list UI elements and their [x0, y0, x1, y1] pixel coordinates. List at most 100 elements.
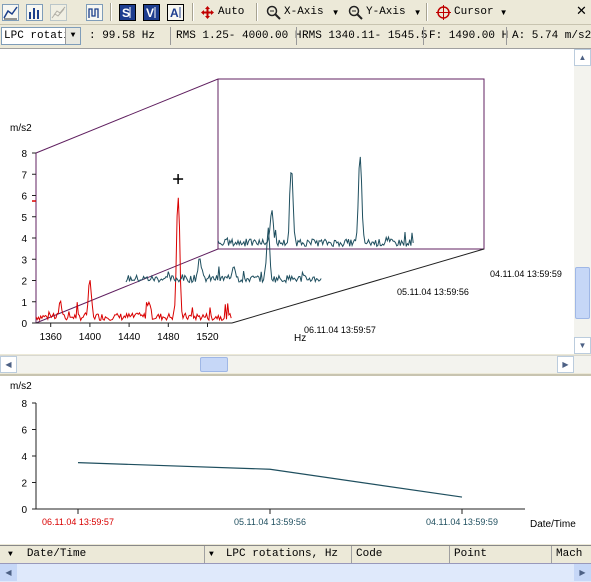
x-tick-label: 1480: [157, 332, 180, 343]
scroll-down-icon[interactable]: ▼: [574, 337, 591, 354]
filter-button[interactable]: [86, 3, 103, 21]
dropdown-arrow-icon: ▼: [65, 28, 80, 44]
auto-button[interactable]: Auto: [200, 3, 244, 21]
x-axis-button[interactable]: X-Axis ▼: [266, 3, 340, 21]
sort-arrow-icon: ▼: [8, 550, 13, 559]
y-tick-label: 6: [21, 192, 27, 203]
scale-a-button[interactable]: A: [167, 3, 184, 21]
svg-text:S: S: [122, 6, 130, 20]
column-date-time-label: Date/Time: [26, 548, 87, 560]
trend-chart[interactable]: m/s2 0 2 4 6 8 06.11.04 13:59:57 05.11.04 13:59…: [0, 376, 591, 544]
data-grid-header: ▼ Date/Time ▼ LPC rotations, Hz Code Point…: [0, 545, 591, 563]
y-tick-label: 3: [21, 255, 27, 266]
channel-select[interactable]: LPC rotati ▼: [1, 27, 81, 45]
spectrum-trace-0: [35, 197, 232, 322]
y-tick-label: 8: [21, 399, 27, 410]
frequency-readout: : 99.58 Hz: [89, 30, 156, 42]
vertical-scrollbar[interactable]: ▲ ▼: [574, 49, 591, 354]
spectrum-trace-2: [217, 156, 414, 248]
cursor-button[interactable]: Cursor ▼: [436, 3, 508, 21]
vertical-scroll-thumb[interactable]: [575, 267, 590, 319]
column-lpc-rotations-label: LPC rotations, Hz: [225, 548, 339, 560]
move-arrows-icon: [201, 5, 214, 19]
column-code[interactable]: Code: [352, 546, 450, 563]
y-tick-label: 2: [21, 479, 27, 490]
waterfall-icon: [51, 6, 66, 18]
waterfall-depth-axis: [35, 248, 219, 324]
column-point-label: Point: [454, 548, 488, 560]
s-scale-icon: S: [122, 6, 131, 20]
auto-label: Auto: [218, 6, 245, 18]
frequency-cursor: F: 1490.00 H: [423, 27, 511, 45]
x-tick-label: 04.11.04 13:59:59: [426, 517, 498, 527]
column-date-time[interactable]: ▼ Date/Time: [0, 546, 205, 563]
x-tick-label: 1520: [196, 332, 219, 343]
y-tick-label: 7: [21, 170, 27, 181]
scale-s-button[interactable]: S: [119, 3, 136, 21]
line-chart-button[interactable]: [2, 3, 19, 21]
trend-line: [77, 462, 463, 498]
channel-value: LPC rotati: [4, 30, 71, 42]
scroll-right-icon[interactable]: ▶: [557, 356, 574, 373]
v-scale-icon: V: [146, 6, 156, 20]
waterfall-box-frame: [35, 78, 485, 250]
scroll-left-icon[interactable]: ◀: [0, 356, 17, 373]
y-tick-label: 6: [21, 426, 27, 437]
bottom-scrollbar[interactable]: ◀ ▶: [0, 563, 591, 582]
y-tick-label: 1: [21, 298, 27, 309]
y-axis-title: m/s2: [10, 123, 32, 134]
a-scale-icon: A: [170, 6, 181, 20]
series-date-label: 06.11.04 13:59:57: [304, 325, 376, 335]
bar-chart-button[interactable]: [26, 3, 43, 21]
upper-horizontal-scrollbar[interactable]: ◀ ▶: [0, 355, 591, 373]
column-point[interactable]: Point: [450, 546, 552, 563]
series-date-label: 05.11.04 13:59:56: [397, 287, 469, 297]
horizontal-scroll-thumb[interactable]: [200, 357, 228, 372]
waterfall-button[interactable]: [50, 3, 67, 21]
chevron-down-icon: ▼: [331, 7, 340, 17]
y-axis-button[interactable]: Y-Axis ▼: [348, 3, 422, 21]
column-mach[interactable]: Mach: [552, 546, 591, 563]
x-tick-label: 06.11.04 13:59:57: [42, 517, 114, 527]
column-lpc-rotations[interactable]: ▼ LPC rotations, Hz: [205, 546, 352, 563]
x-tick-label: 05.11.04 13:59:56: [234, 517, 306, 527]
series-date-label: 04.11.04 13:59:59: [490, 269, 562, 279]
y-tick-label: 4: [21, 452, 27, 463]
y-tick-label: 8: [21, 149, 27, 160]
x-tick-label: 1400: [79, 332, 102, 343]
close-icon[interactable]: ✕: [576, 4, 587, 17]
amplitude-cursor: A: 5.74 m/s2: [506, 27, 591, 45]
status-bar: LPC rotati ▼ : 99.58 Hz RMS 1.25- 4000.0…: [0, 25, 591, 49]
filter-icon: [88, 7, 99, 18]
scroll-up-icon[interactable]: ▲: [574, 49, 591, 66]
svg-text:A: A: [170, 6, 179, 20]
scroll-left-icon[interactable]: ◀: [0, 564, 17, 581]
svg-text:V: V: [146, 6, 154, 20]
column-mach-label: Mach: [556, 548, 583, 560]
chevron-down-icon: ▼: [413, 7, 422, 17]
x-axis-title: Date/Time: [530, 519, 576, 530]
zoom-icon: [348, 5, 363, 20]
toolbar: S V A Auto X-Axis ▼ Y-Axis ▼ Cursor ▼ ✕: [0, 0, 591, 25]
waterfall-panel: 0 1 2 3 4 5 6 7 8 1360 1400 1440 1480 1520 m/s2 Hz 06.1…: [0, 49, 574, 354]
rms-range-2: RMS 1340.11- 1545.5:: [296, 27, 428, 45]
x-axis-label: X-Axis: [284, 6, 324, 18]
waterfall-chart[interactable]: 0123456781360 1400 1440 1480 1520 m/s2Hz06.1…: [0, 49, 574, 354]
chevron-down-icon: ▼: [499, 7, 508, 17]
line-chart-icon: [3, 6, 18, 19]
crosshair-icon: [436, 4, 451, 20]
column-code-label: Code: [356, 548, 383, 560]
y-axis-title: m/s2: [10, 381, 32, 392]
cursor-label: Cursor: [454, 6, 494, 18]
scale-v-button[interactable]: V: [143, 3, 160, 21]
y-tick-label: 0: [21, 505, 27, 516]
scroll-right-icon[interactable]: ▶: [574, 564, 591, 581]
y-tick-label: 4: [21, 234, 27, 245]
sort-arrow-icon: ▼: [209, 550, 214, 559]
trend-panel: m/s2 0 2 4 6 8 06.11.04 13:59:57 05.11.04 13:59…: [0, 374, 591, 544]
y-tick-label: 5: [21, 213, 27, 224]
rms-range-1: RMS 1.25- 4000.00 H: [170, 27, 301, 45]
x-tick-label: 1360: [40, 332, 63, 343]
y-axis-label: Y-Axis: [366, 6, 406, 18]
y-tick-label: 2: [21, 277, 27, 288]
